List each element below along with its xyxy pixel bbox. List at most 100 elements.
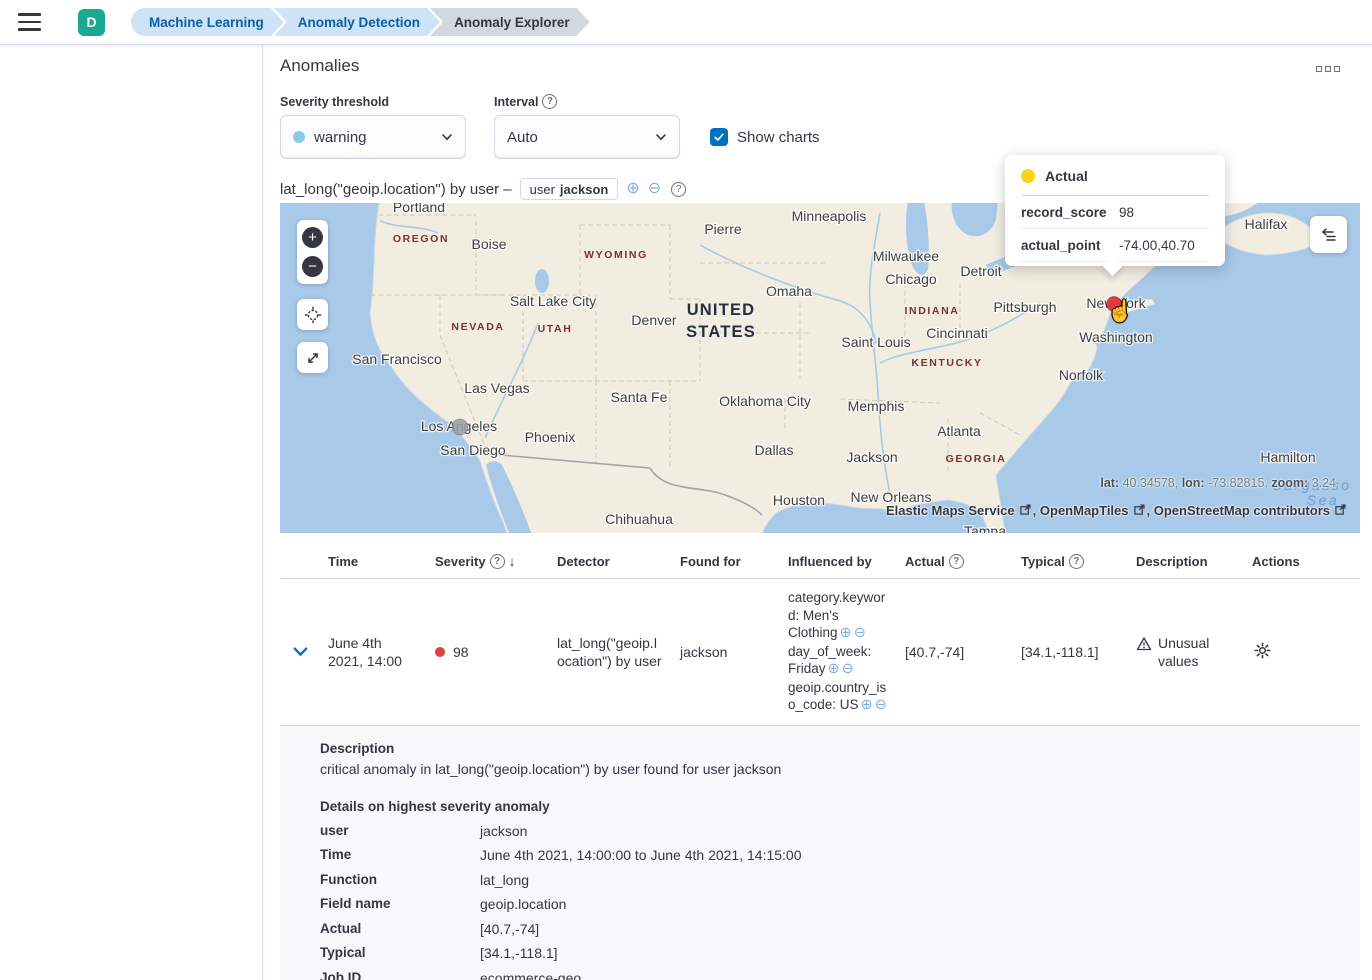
map-label-country: UNITED xyxy=(687,301,756,319)
row-collapse-toggle[interactable] xyxy=(280,633,320,670)
interval-help-icon[interactable] xyxy=(542,94,557,109)
entity-field-value: jackson xyxy=(560,182,608,197)
actual-layer-dot-icon xyxy=(1021,169,1035,183)
anomalies-table-header: Time Severity↓ Detector Found for Influe… xyxy=(280,544,1360,579)
breadcrumb-anomaly-detection[interactable]: Anomaly Detection xyxy=(274,8,440,36)
influencer-item: geoip.country_iso_code: US⊕⊖ xyxy=(788,679,889,714)
map-label-state: KENTUCKY xyxy=(911,357,982,369)
col-header-severity[interactable]: Severity↓ xyxy=(427,544,549,578)
tooltip-title: Actual xyxy=(1045,168,1088,184)
detail-label: Job ID xyxy=(320,970,480,980)
page-title: Anomalies xyxy=(280,56,359,76)
fullscreen-button[interactable] xyxy=(297,342,328,373)
cell-detector: lat_long("geoip.location") by user xyxy=(549,624,672,680)
map-label-city: Halifax xyxy=(1245,216,1288,232)
detail-label: Typical xyxy=(320,945,480,961)
map-label-state: UTAH xyxy=(538,323,573,335)
influencer-item: day_of_week: Friday⊕⊖ xyxy=(788,643,889,678)
cell-actions xyxy=(1244,630,1360,673)
influencer-filter-add-icon[interactable]: ⊕ xyxy=(840,625,852,641)
attribution-link[interactable]: OpenStreetMap contributors xyxy=(1154,503,1330,518)
collapse-layers-button[interactable] xyxy=(1310,216,1347,253)
detail-label: Field name xyxy=(320,896,480,912)
detail-value: June 4th 2021, 14:00:00 to June 4th 2021… xyxy=(480,847,1336,863)
details-list: userjacksonTimeJune 4th 2021, 14:00:00 t… xyxy=(320,823,1336,980)
attribution-link[interactable]: OpenMapTiles xyxy=(1040,503,1129,518)
influencer-filter-remove-icon[interactable]: ⊖ xyxy=(875,697,887,713)
zoom-in-button[interactable]: + xyxy=(302,227,323,248)
filter-add-icon[interactable]: ⊕ xyxy=(626,181,639,197)
map-label-city: Saint Louis xyxy=(841,334,910,350)
interval-field: Interval Auto xyxy=(494,94,680,159)
map-label-country: STATES xyxy=(686,323,756,341)
influencer-item: category.keyword: Men's Clothing⊕⊖ xyxy=(788,589,889,642)
zoom-out-button[interactable]: − xyxy=(302,256,323,277)
detail-label: Time xyxy=(320,847,480,863)
warning-dot-icon xyxy=(293,131,305,143)
breadcrumb: Machine Learning Anomaly Detection Anoma… xyxy=(131,8,590,36)
space-avatar[interactable]: D xyxy=(78,9,105,36)
typical-point-marker[interactable] xyxy=(452,419,468,435)
map-tooltip: Actual record_score98actual_point-74.00,… xyxy=(1005,155,1225,266)
warning-triangle-icon xyxy=(1136,636,1152,652)
map-label-city: Norfolk xyxy=(1059,367,1104,383)
map-attribution: Elastic Maps Service, OpenMapTiles, Open… xyxy=(886,503,1348,518)
chevron-down-icon xyxy=(292,643,309,660)
map-label-city: Dallas xyxy=(755,442,794,458)
menu-hamburger-icon[interactable] xyxy=(18,5,52,39)
influencer-filter-remove-icon[interactable]: ⊖ xyxy=(842,661,854,677)
severity-threshold-select[interactable]: warning xyxy=(280,115,466,159)
set-view-button[interactable] xyxy=(297,299,328,330)
table-row: June 4th 2021, 14:00 98 lat_long("geoip.… xyxy=(280,579,1360,726)
cell-description: Unusual values xyxy=(1128,624,1244,680)
influencer-filter-add-icon[interactable]: ⊕ xyxy=(828,661,840,677)
severity-threshold-value: warning xyxy=(314,129,367,146)
col-header-time: Time xyxy=(320,544,427,578)
influencer-filter-remove-icon[interactable]: ⊖ xyxy=(854,625,866,641)
map-label-city: Las Vegas xyxy=(464,380,529,396)
details-subtitle: Details on highest severity anomaly xyxy=(320,799,1336,814)
map-label-city: San Diego xyxy=(440,442,506,458)
hand-cursor-icon: ☝ xyxy=(1107,300,1133,324)
interval-value: Auto xyxy=(507,129,538,146)
panel-options-icon[interactable] xyxy=(1310,60,1346,78)
severity-threshold-field: Severity threshold warning xyxy=(280,95,466,159)
breadcrumb-anomaly-explorer[interactable]: Anomaly Explorer xyxy=(430,8,590,36)
detail-value: [40.7,-74] xyxy=(480,921,1336,937)
top-navigation-bar: D Machine Learning Anomaly Detection Ano… xyxy=(0,0,1372,45)
chart-help-icon[interactable] xyxy=(671,182,686,197)
entity-chip: user jackson xyxy=(520,178,619,200)
map-chart-title: lat_long("geoip.location") by user – xyxy=(280,181,512,198)
actual-help-icon[interactable] xyxy=(949,554,964,569)
typical-help-icon[interactable] xyxy=(1069,554,1084,569)
col-header-actions: Actions xyxy=(1244,544,1360,578)
map-label-state: OREGON xyxy=(393,233,449,245)
severity-help-icon[interactable] xyxy=(490,554,505,569)
filter-remove-icon[interactable]: ⊖ xyxy=(648,181,661,197)
map-label-city: Milwaukee xyxy=(873,248,939,264)
col-header-detector: Detector xyxy=(549,544,672,578)
details-description-text: critical anomaly in lat_long("geoip.loca… xyxy=(320,761,1336,777)
interval-select[interactable]: Auto xyxy=(494,115,680,159)
col-header-description: Description xyxy=(1128,544,1244,578)
row-actions-gear-icon[interactable] xyxy=(1252,640,1273,661)
detail-value: jackson xyxy=(480,823,1336,839)
map-label-city: Phoenix xyxy=(525,429,576,445)
map-label-city: Portland xyxy=(393,203,445,215)
breadcrumb-machine-learning[interactable]: Machine Learning xyxy=(131,8,284,36)
sort-down-icon: ↓ xyxy=(509,553,516,569)
col-header-actual: Actual xyxy=(897,544,1013,578)
detail-value: geoip.location xyxy=(480,896,1336,912)
critical-severity-dot xyxy=(435,647,445,657)
col-header-typical: Typical xyxy=(1013,544,1128,578)
details-description-title: Description xyxy=(320,741,1336,756)
attribution-link[interactable]: Elastic Maps Service xyxy=(886,503,1015,518)
map-label-state: INDIANA xyxy=(905,305,960,317)
influencer-filter-add-icon[interactable]: ⊕ xyxy=(861,697,873,713)
crosshair-icon xyxy=(304,306,322,324)
map-label-city: Pittsburgh xyxy=(993,299,1056,315)
chevron-down-icon xyxy=(441,131,453,143)
map-label-city: Omaha xyxy=(766,283,812,299)
show-charts-checkbox[interactable]: Show charts xyxy=(710,115,820,159)
detail-label: Function xyxy=(320,872,480,888)
